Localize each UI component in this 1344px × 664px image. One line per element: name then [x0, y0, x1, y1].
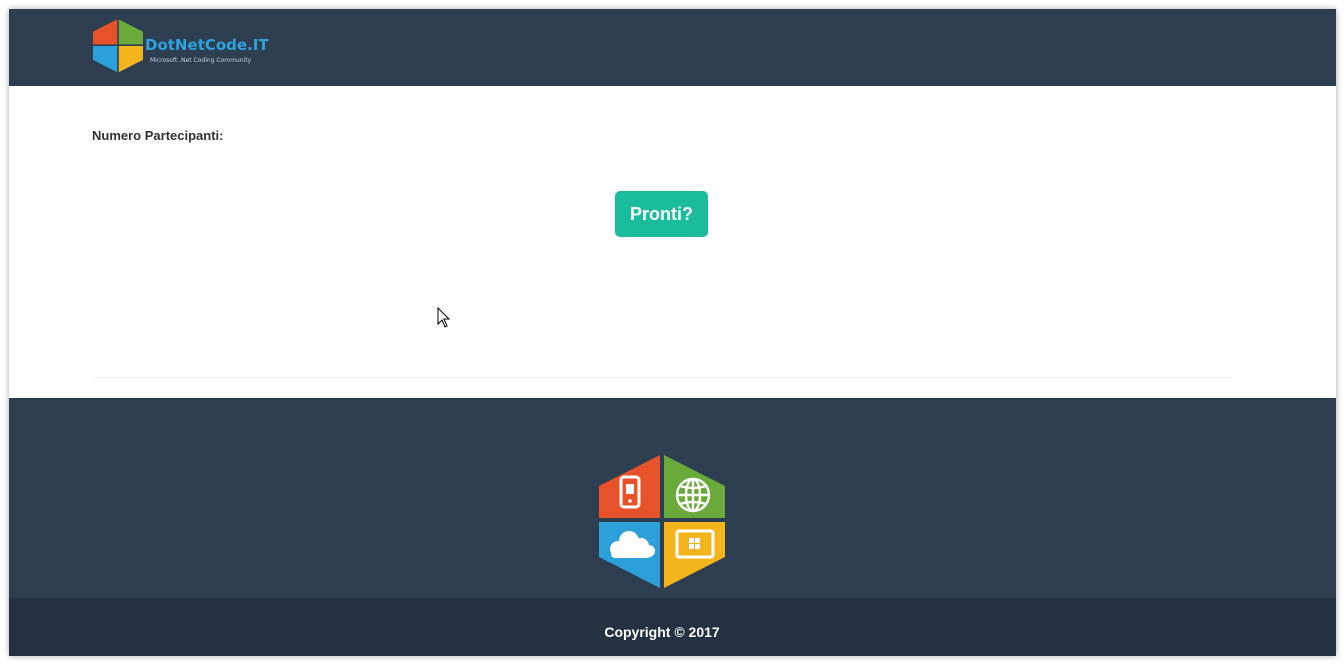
footer — [9, 398, 1336, 598]
navbar: DotNetCode.IT Microsoft .Net Coding Comm… — [9, 9, 1336, 86]
main-content: Numero Partecipanti: Pronti? — [9, 86, 1336, 398]
brand-logo-link[interactable]: DotNetCode.IT Microsoft .Net Coding Comm… — [93, 18, 273, 74]
brand-name: DotNetCode.IT — [145, 36, 269, 54]
content-divider — [92, 377, 1232, 378]
dotnetcode-footer-logo-icon — [599, 455, 725, 588]
mouse-cursor-icon — [437, 307, 451, 328]
dotnetcode-logo-icon — [93, 19, 143, 73]
copyright-text: Copyright © 2017 — [604, 624, 720, 640]
footer-copyright-bar: Copyright © 2017 — [9, 598, 1336, 656]
browser-page: DotNetCode.IT Microsoft .Net Coding Comm… — [9, 9, 1336, 656]
participants-label: Numero Partecipanti: — [92, 128, 224, 143]
start-button[interactable]: Pronti? — [615, 191, 708, 237]
brand-tagline: Microsoft .Net Coding Community — [150, 57, 252, 64]
globe-icon — [675, 477, 711, 513]
